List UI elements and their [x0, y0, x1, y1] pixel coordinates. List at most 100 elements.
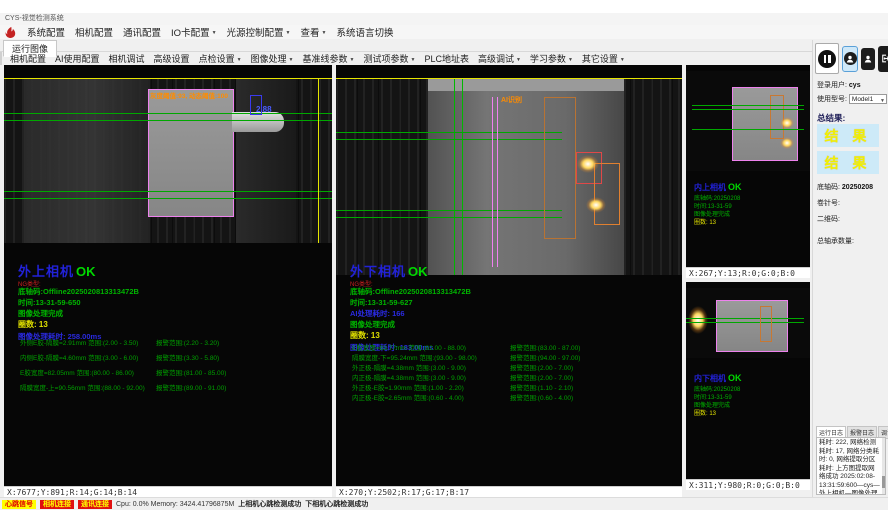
pause-button[interactable] — [815, 43, 839, 74]
process-status-line: 图像处理完成 — [694, 402, 742, 410]
gripper-tool — [232, 112, 284, 132]
window-title: CYS-视觉检测系统 — [5, 15, 64, 22]
measurement-row: 内正极-隔膜=4.38mm 范围:(3.00 - 9.00)报警范围:(2.00… — [352, 372, 678, 382]
measurement-row: 内正极-E胶=2.65mm 范围:(0.60 - 4.00)报警范围:(0.60… — [352, 392, 678, 402]
user-icon — [863, 54, 873, 64]
tool-learning-params[interactable]: 学习参数 — [530, 52, 573, 65]
tab-strip: 运行图像 — [0, 39, 888, 52]
measurement-tag: 2.88 — [256, 105, 272, 114]
left-image-canvas[interactable]: 2.88 灰度阈值:93, 动态阈值:100 — [4, 79, 332, 243]
total-count-label: 总轴承数量: — [817, 238, 854, 245]
result-badge-upper: 结 果 — [817, 124, 879, 147]
measurement-value: 外正极-隔膜=4.38mm 范围:(3.00 - 9.00) — [352, 362, 510, 372]
menu-bar: 系统配置 相机配置 通讯配置 IO卡配置 光源控制配置 查看 系统语言切换 — [0, 25, 888, 39]
alarm-range: 报警范围:(1.10 - 2.10) — [510, 382, 573, 392]
camera-result-title: 内下相机OK — [694, 368, 742, 386]
highlight-spot — [577, 155, 599, 173]
status-bar: 心跳信号 相机连接 通讯连接 Cpu: 0.0% Memory: 3424.41… — [0, 497, 888, 510]
alarm-range: 报警范围:(2.00 - 7.00) — [510, 372, 573, 382]
barcode-line: 底轴码:20250208 — [694, 386, 742, 394]
barcode-line: 底轴码:20250208 — [694, 195, 742, 203]
log-scrollbar-thumb[interactable] — [882, 476, 885, 488]
login-user-value: cys — [849, 82, 861, 89]
current-user-button[interactable] — [842, 46, 858, 72]
time-line: 时间:13-31-59-650 — [18, 297, 318, 308]
result-ok-badge: OK — [728, 373, 742, 383]
model-select[interactable]: Model1 — [849, 94, 887, 104]
window-top-strip — [0, 0, 888, 13]
tool-advanced-settings[interactable]: 高级设置 — [154, 52, 190, 65]
alarm-range: 报警范围:(83.00 - 87.00) — [510, 342, 580, 352]
tool-advanced-debug[interactable]: 高级调试 — [478, 52, 521, 65]
alarm-range: 报警范围:(94.00 - 97.00) — [510, 352, 580, 362]
time-line: 时间:13-31-59 — [694, 203, 742, 211]
tool-plc-address-table[interactable]: PLC地址表 — [424, 52, 469, 65]
measurement-value: 内正极-E胶=2.65mm 范围:(0.60 - 4.00) — [352, 392, 510, 402]
measurement-row: 隔膜宽度-上=90.56mm 范围:(88.00 - 92.00)报警范围:(8… — [20, 382, 328, 397]
measurement-row: E胶宽度=83.77mm 范围:(82.00 - 88.00)报警范围:(83.… — [352, 342, 678, 352]
user-icon — [844, 52, 857, 65]
turns-line: 圈数: 13 — [694, 410, 742, 418]
log-output[interactable]: 耗时: 222, 网络检测耗时: 17, 网络分类耗时: 0, 网络提取分区耗时… — [816, 437, 886, 495]
control-panel: 登录用户: cys 使用型号: Model1 总结果: 结 果 结 果 底轴码:… — [812, 40, 888, 497]
window-bottom-strip — [0, 510, 888, 522]
measurement-value: 内正极-隔膜=4.38mm 范围:(3.00 - 9.00) — [352, 372, 510, 382]
tool-ai-usage-config[interactable]: AI使用配置 — [55, 52, 100, 65]
alarm-range: 报警范围:(2.20 - 3.20) — [156, 337, 219, 352]
measurement-row: 隔膜宽度-下=95.24mm 范围:(93.00 - 98.00)报警范围:(9… — [352, 352, 678, 362]
tool-test-item-params[interactable]: 测试项参数 — [363, 52, 415, 65]
measurement-value: 外正极-E胶=1.90mm 范围:(1.00 - 2.20) — [352, 382, 510, 392]
camera-view-inner-lower: 内下相机OK 底轴码:20250208 时间:13-31-59 图像处理完成 圈… — [686, 282, 810, 490]
menu-item-camera-config[interactable]: 相机配置 — [75, 25, 113, 39]
small-image-canvas-2[interactable] — [686, 288, 810, 358]
pixel-readout-left: X:7677;Y:891;R:14;G:14;B:14 — [4, 486, 332, 497]
tool-camera-config[interactable]: 相机配置 — [10, 52, 46, 65]
menu-item-language-switch[interactable]: 系统语言切换 — [336, 25, 393, 39]
menu-item-light-control-config[interactable]: 光源控制配置 — [227, 25, 291, 39]
menu-item-system-config[interactable]: 系统配置 — [27, 25, 65, 39]
alarm-range: 报警范围:(89.00 - 91.00) — [156, 382, 226, 397]
log-scrollbar[interactable] — [882, 438, 885, 494]
camera-name: 内上相机 — [694, 183, 726, 192]
tool-baseline-params[interactable]: 基准线参数 — [303, 52, 355, 65]
measurement-value: E胶宽度=82.05mm 范围:(80.00 - 86.00) — [20, 367, 156, 382]
camera-link-status-badge: 相机连接 — [40, 500, 74, 509]
camera-result-title: 外下相机OK — [350, 261, 650, 281]
pixel-readout-right: X:270;Y:2502;R:17;G:17;B:17 — [336, 486, 682, 497]
tool-image-processing[interactable]: 图像处理 — [251, 52, 294, 65]
result-ok-badge: OK — [728, 182, 742, 192]
measurement-row: 外正极-隔膜=4.38mm 范围:(3.00 - 9.00)报警范围:(2.00… — [352, 362, 678, 372]
right-image-canvas[interactable]: AI识别 — [336, 79, 682, 275]
comm-link-status-badge: 通讯连接 — [78, 500, 112, 509]
alarm-range: 报警范围:(81.00 - 85.00) — [156, 367, 226, 382]
tool-camera-debug[interactable]: 相机调试 — [109, 52, 145, 65]
lower-camera-heartbeat-msg: 下相机心跳检测成功 — [305, 499, 368, 509]
measurement-row: E胶宽度=82.05mm 范围:(80.00 - 86.00)报警范围:(81.… — [20, 367, 328, 382]
exit-button[interactable] — [878, 46, 888, 72]
alarm-range: 报警范围:(2.00 - 7.00) — [510, 362, 573, 372]
camera-view-outer-upper: 2.88 灰度阈值:93, 动态阈值:100 外上相机OK NG类型: 底轴码:… — [4, 65, 332, 497]
switch-user-button[interactable] — [861, 48, 875, 70]
tool-other-settings[interactable]: 其它设置 — [582, 52, 625, 65]
measurement-value: 内侧E胶-隔膜=4.60mm 范围:(3.00 - 6.00) — [20, 352, 156, 367]
process-status-line: 图像处理完成 — [18, 308, 318, 319]
tool-spot-check-settings[interactable]: 点检设置 — [199, 52, 242, 65]
toolbar: 相机配置 AI使用配置 相机调试 高级设置 点检设置 图像处理 基准线参数 测试… — [0, 52, 810, 65]
upper-camera-heartbeat-msg: 上相机心跳检测成功 — [238, 499, 301, 509]
app-window: CYS-视觉检测系统 系统配置 相机配置 通讯配置 IO卡配置 光源控制配置 查… — [0, 0, 888, 522]
qrcode-label: 二维码: — [817, 216, 840, 223]
time-line: 时间:13-31-59-627 — [350, 297, 650, 308]
small-image-canvas-1[interactable] — [686, 71, 810, 171]
menu-item-comm-config[interactable]: 通讯配置 — [123, 25, 161, 39]
result-badge-lower: 结 果 — [817, 151, 879, 174]
model-label: 使用型号: — [817, 96, 847, 103]
alarm-range: 报警范围:(3.30 - 5.80) — [156, 352, 219, 367]
exit-door-icon — [880, 53, 888, 64]
pixel-readout-small-1: X:267;Y:13;R:0;G:0;B:0 — [686, 267, 810, 278]
cpu-memory-readout: Cpu: 0.0% Memory: 3424.41796875M — [116, 501, 234, 508]
menu-item-io-card-config[interactable]: IO卡配置 — [171, 25, 216, 39]
login-user-label: 登录用户: — [817, 82, 847, 89]
menu-item-view[interactable]: 查看 — [301, 25, 327, 39]
process-status-line: 图像处理完成 — [350, 319, 650, 330]
threshold-overlay-label: 灰度阈值:93, 动态阈值:100 — [150, 90, 228, 100]
